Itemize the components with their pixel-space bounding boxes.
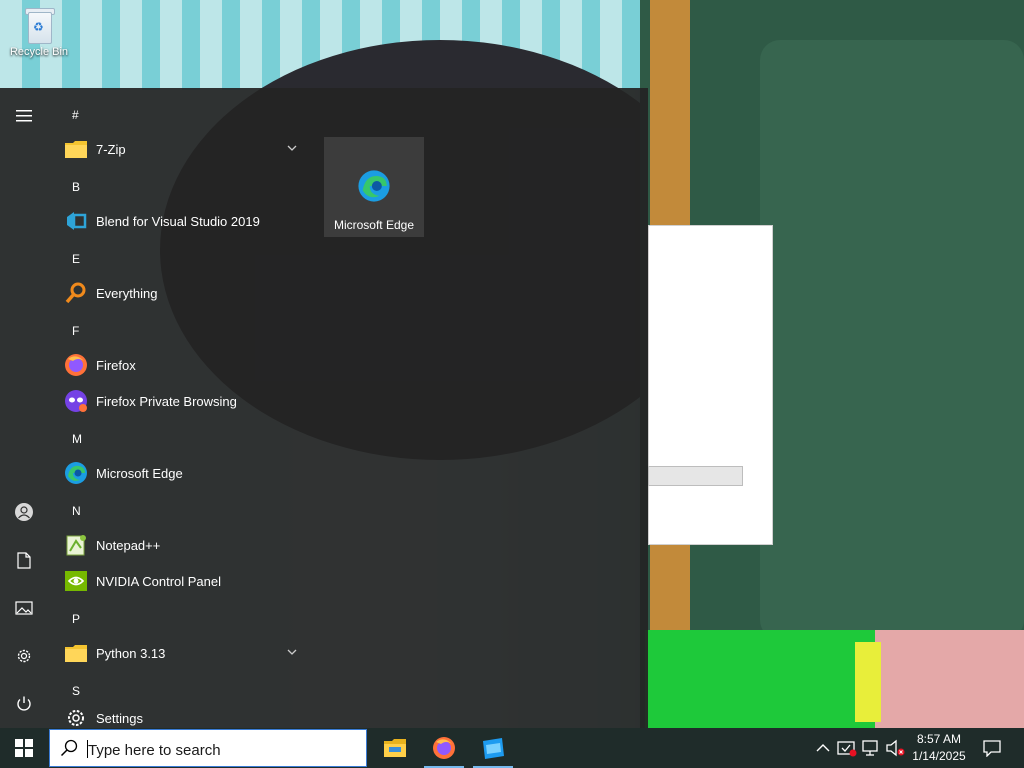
start-button[interactable] [0,728,48,768]
expand-menu-button[interactable] [0,96,48,136]
documents-icon [17,551,31,569]
app-item-label: Python 3.13 [96,645,166,661]
settings-icon [17,649,31,663]
power-icon [17,696,31,711]
edge-icon [62,459,90,487]
app-item-python[interactable]: Python 3.13 [48,635,310,671]
wallpaper-board-shade [760,40,1024,640]
chevron-up-icon [816,744,830,752]
background-dialog-progress [648,466,743,486]
app-item-everything[interactable]: Everything [48,275,310,311]
volume-muted-icon [886,739,905,757]
taskbar-app-firefox[interactable] [420,728,468,768]
app-item-label: Firefox [96,357,136,373]
action-center-icon [983,740,1001,757]
action-center-button[interactable] [978,728,1006,768]
taskbar-app-file-explorer[interactable] [371,728,419,768]
show-hidden-icons-button[interactable] [812,728,834,768]
tile-microsoft-edge[interactable]: Microsoft Edge [324,137,424,237]
chevron-down-icon[interactable] [286,646,298,658]
firefox-icon [433,737,455,759]
blend-icon [62,207,90,235]
search-icon [60,739,78,757]
section-header-p[interactable]: P [72,601,80,637]
app-item-label: Firefox Private Browsing [96,393,237,409]
pictures-button[interactable] [0,588,48,628]
settings-button[interactable] [0,636,48,676]
magnifier-icon [62,279,90,307]
user-account-button[interactable] [0,492,48,532]
clock-time: 8:57 AM [916,732,962,746]
desktop-icon-recycle-bin[interactable]: ♻ Recycle Bin [4,6,74,58]
app-item-notepadpp[interactable]: Notepad++ [48,527,310,563]
section-header-n[interactable]: N [72,493,81,529]
power-button[interactable] [0,684,48,724]
start-menu: # 7-Zip B Blend for Visual Studio 2019 E… [0,88,648,728]
pictures-icon [15,601,33,615]
wallpaper-cuff [855,642,881,722]
background-dialog[interactable] [648,225,773,545]
roblox-studio-icon [483,738,504,759]
tray-security-button[interactable] [836,728,858,768]
firefox-private-icon [62,387,90,415]
app-item-7zip[interactable]: 7-Zip [48,131,310,167]
edge-icon [358,170,390,202]
section-header-hash[interactable]: # [72,97,79,133]
firefox-icon [62,351,90,379]
nvidia-icon [62,567,90,595]
windows-logo-icon [15,739,33,757]
file-explorer-icon [384,739,406,757]
app-item-firefox-private[interactable]: Firefox Private Browsing [48,383,310,419]
gear-icon [62,704,90,728]
recycle-bin-icon: ♻ [22,6,56,44]
taskbar: 8:57 AM 1/14/2025 [0,728,1024,768]
wallpaper-arm [875,630,1024,728]
app-item-nvidia-control-panel[interactable]: NVIDIA Control Panel [48,563,310,599]
taskbar-app-roblox-studio[interactable] [469,728,517,768]
network-disconnected-icon [862,740,878,756]
security-alert-icon [837,741,857,757]
desktop-icon-label: Recycle Bin [9,46,69,58]
documents-button[interactable] [0,540,48,580]
text-cursor [87,740,88,758]
wallpaper-sleeve [645,630,875,728]
app-list: # 7-Zip B Blend for Visual Studio 2019 E… [48,88,318,728]
notepadpp-icon [62,531,90,559]
clock-date: 1/14/2025 [912,749,966,763]
app-item-firefox[interactable]: Firefox [48,347,310,383]
search-input[interactable] [86,739,360,761]
app-item-label: Everything [96,285,158,301]
user-icon [15,503,33,521]
taskbar-search-box[interactable] [49,729,367,767]
section-header-e[interactable]: E [72,241,80,277]
section-header-f[interactable]: F [72,313,79,349]
hamburger-icon [16,110,32,122]
tray-network-button[interactable] [860,728,882,768]
tray-volume-button[interactable] [884,728,906,768]
section-header-b[interactable]: B [72,169,80,205]
app-item-label: NVIDIA Control Panel [96,573,222,589]
start-rail [0,88,48,728]
taskbar-clock[interactable]: 8:57 AM 1/14/2025 [904,731,974,765]
section-header-m[interactable]: M [72,421,82,457]
app-item-label: Microsoft Edge [96,465,183,481]
app-item-settings[interactable]: Settings [48,700,310,728]
app-item-label: Blend for Visual Studio 2019 [96,213,260,229]
app-item-blend[interactable]: Blend for Visual Studio 2019 [48,203,310,239]
tile-label: Microsoft Edge [333,218,415,232]
app-item-label: 7-Zip [96,141,126,157]
folder-icon [62,135,90,163]
app-item-label: Notepad++ [96,537,161,553]
chevron-down-icon[interactable] [286,142,298,154]
app-item-label: Settings [96,710,143,726]
app-item-microsoft-edge[interactable]: Microsoft Edge [48,455,310,491]
folder-icon [62,639,90,667]
